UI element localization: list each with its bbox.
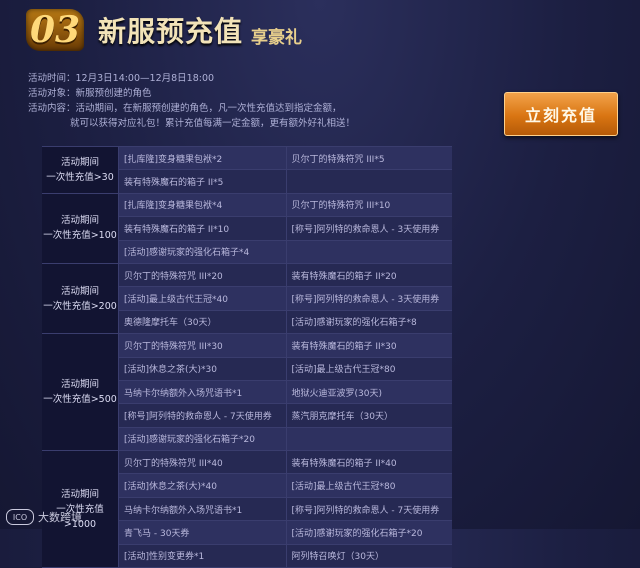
event-target-value: 新服预创建的角色 [75, 88, 152, 99]
event-target-label: 活动对象： [28, 88, 76, 99]
watermark-text: 大数跨境 [38, 511, 82, 524]
tier-label-line: 一次性充值>30 [46, 171, 114, 183]
reward-item: 贝尔丁的特殊符咒 III*40 [124, 458, 223, 469]
recharge-now-button[interactable]: 立刻充值 [504, 92, 618, 136]
reward-item [285, 427, 453, 451]
reward-row: 贝尔丁的特殊符咒 III*20 装有特殊魔石的箱子 II*20 [119, 263, 453, 288]
tier-label-line: 一次性充值>100 [43, 230, 117, 242]
reward-row: [活动]休息之茶(大)*40 [活动]最上级古代王冠*80 [119, 474, 453, 498]
reward-item: [扎库隆]变身糖果包袱*4 [124, 201, 223, 212]
reward-item: 装有特殊魔石的箱子 II*40 [285, 451, 453, 474]
event-content-label: 活动内容： [28, 103, 76, 114]
reward-tier: 活动期间一次性充值>500 贝尔丁的特殊符咒 III*30 装有特殊魔石的箱子 II… [42, 334, 453, 452]
tier-items: 贝尔丁的特殊符咒 III*40 装有特殊魔石的箱子 II*40 [活动]休息之茶(大… [119, 451, 453, 568]
event-time-label: 活动时间： [28, 73, 76, 84]
reward-item: [扎库隆]变身糖果包袱*2 [124, 154, 223, 165]
tier-label-line: 活动期间 [60, 285, 99, 297]
event-content-row: 活动内容：活动期间，在新服预创建的角色，凡一次性充值达到指定金额， [28, 101, 355, 116]
reward-item: 奥德隆摩托车（30天） [124, 318, 217, 329]
reward-item: [活动]休息之茶(大)*40 [124, 482, 217, 493]
reward-item: [称号]阿列特的救命恩人 - 7天使用券 [124, 411, 272, 422]
reward-item: [活动]最上级古代王冠*80 [285, 474, 453, 497]
reward-item: 贝尔丁的特殊符咒 III*10 [285, 193, 453, 217]
tier-items: [扎库隆]变身糖果包袱*2 贝尔丁的特殊符咒 III*5 装有特殊魔石的箱子 II*… [119, 147, 452, 193]
tier-label: 活动期间一次性充值>100 [42, 193, 119, 263]
section-number-badge: 03 [26, 9, 84, 51]
event-target-row: 活动对象：新服预创建的角色 [28, 86, 355, 101]
reward-row: [扎库隆]变身糖果包袱*4 贝尔丁的特殊符咒 III*10 [119, 193, 453, 218]
tier-label-line: 活动期间 [60, 488, 99, 500]
reward-row: 装有特殊魔石的箱子 II*5 [119, 170, 453, 193]
tier-items: [扎库隆]变身糖果包袱*4 贝尔丁的特殊符咒 III*10 装有特殊魔石的箱子 II… [119, 193, 453, 263]
reward-item: [称号]阿列特的救命恩人 - 3天使用券 [285, 217, 453, 240]
reward-item: [活动]感谢玩家的强化石箱子*4 [124, 248, 250, 259]
event-title: 新服预充值 [98, 15, 244, 48]
reward-item: [活动]最上级古代王冠*80 [285, 357, 453, 380]
event-info: 活动时间：12月3日14:00—12月8日18:00 活动对象：新服预创建的角色… [28, 71, 355, 131]
reward-row: [活动]性别变更券*1 阿列特召唤灯（30天） [119, 544, 453, 568]
reward-row: 奥德隆摩托车（30天） [活动]感谢玩家的强化石箱子*8 [119, 310, 453, 334]
reward-row: [称号]阿列特的救命恩人 - 7天使用券 蒸汽朋克摩托车（30天） [119, 404, 453, 428]
tier-label-line: 活动期间 [60, 379, 99, 391]
reward-row: 装有特殊魔石的箱子 II*10 [称号]阿列特的救命恩人 - 3天使用券 [119, 217, 453, 241]
reward-item: 装有特殊魔石的箱子 II*10 [124, 224, 230, 235]
watermark: ICO 大数跨境 [6, 509, 82, 525]
reward-item: 装有特殊魔石的箱子 II*5 [124, 178, 224, 189]
reward-item: [活动]性别变更券*1 [124, 552, 205, 563]
reward-tier: 活动期间一次性充值>30 [扎库隆]变身糖果包袱*2 贝尔丁的特殊符咒 III*5 装… [42, 147, 452, 194]
reward-item: 蒸汽朋克摩托车（30天） [285, 404, 453, 427]
event-content-line2: 就可以获得对应礼包！累计充值每满一定金额，更有额外好礼相送！ [70, 118, 356, 129]
reward-item: [活动]最上级古代王冠*40 [124, 295, 228, 306]
reward-item: [称号]阿列特的救命恩人 - 3天使用券 [285, 287, 453, 310]
reward-item [285, 170, 453, 193]
event-content-line2-row: 就可以获得对应礼包！累计充值每满一定金额，更有额外好礼相送！ [28, 116, 355, 131]
reward-row: 马纳卡尔纳额外入场咒语书*1 [称号]阿列特的救命恩人 - 7天使用券 [119, 497, 453, 522]
tier-label-line: 一次性充值>200 [43, 300, 117, 312]
event-header: 03 新服预充值 享豪礼 [26, 6, 302, 54]
tier-label: 活动期间一次性充值>30 [42, 147, 119, 193]
tier-label: 活动期间一次性充值>200 [42, 263, 119, 334]
reward-item: 青飞马 - 30天券 [124, 528, 190, 539]
reward-item [285, 240, 453, 263]
reward-item: 贝尔丁的特殊符咒 III*5 [285, 147, 453, 170]
reward-row: [活动]感谢玩家的强化石箱子*4 [119, 240, 453, 263]
reward-item: [活动]感谢玩家的强化石箱子*20 [124, 435, 255, 446]
reward-item: [活动]感谢玩家的强化石箱子*8 [285, 310, 453, 334]
reward-table: 活动期间 一次性充值>30 [扎库隆]变身糖果包袱*2 贝尔丁的特殊符咒 III*5 装… [42, 146, 452, 568]
reward-item: 贝尔丁的特殊符咒 III*30 [124, 341, 223, 352]
reward-tier: 活动期间一次性充值>100 [扎库隆]变身糖果包袱*4 贝尔丁的特殊符咒 III*1… [42, 193, 453, 264]
tier-items: 贝尔丁的特殊符咒 III*20 装有特殊魔石的箱子 II*20 [活动]最上级古代王… [119, 263, 453, 334]
reward-tier: 活动期间一次性充值>200 贝尔丁的特殊符咒 III*20 装有特殊魔石的箱子 II… [42, 263, 453, 335]
reward-item: 地狱火迪亚波罗(30天) [285, 380, 453, 404]
reward-row: [活动]休息之茶(大)*30 [活动]最上级古代王冠*80 [119, 357, 453, 381]
reward-item: 马纳卡尔纳额外入场咒语书*1 [124, 505, 243, 516]
event-subtitle: 享豪礼 [251, 27, 303, 48]
reward-row: [活动]感谢玩家的强化石箱子*20 [119, 427, 453, 451]
reward-item: [活动]感谢玩家的强化石箱子*20 [285, 521, 453, 544]
reward-item: 装有特殊魔石的箱子 II*20 [285, 263, 453, 287]
reward-item: [称号]阿列特的救命恩人 - 7天使用券 [285, 497, 453, 521]
event-content-line1: 活动期间，在新服预创建的角色，凡一次性充值达到指定金额， [75, 103, 342, 114]
tier-label: 活动期间一次性充值>500 [42, 334, 119, 451]
reward-row: 马纳卡尔纳额外入场咒语书*1 地狱火迪亚波罗(30天) [119, 380, 453, 405]
tier-label-line: 活动期间 [60, 156, 99, 168]
event-time-value: 12月3日14:00—12月8日18:00 [75, 73, 215, 84]
reward-item: [活动]休息之茶(大)*30 [124, 365, 217, 376]
reward-row: 贝尔丁的特殊符咒 III*30 装有特殊魔石的箱子 II*30 [119, 334, 453, 358]
reward-row: 青飞马 - 30天券 [活动]感谢玩家的强化石箱子*20 [119, 521, 453, 545]
reward-item: 马纳卡尔纳额外入场咒语书*1 [124, 388, 243, 399]
reward-item: 阿列特召唤灯（30天） [285, 544, 453, 568]
watermark-logo: ICO [6, 509, 34, 525]
reward-item: 贝尔丁的特殊符咒 III*20 [124, 271, 223, 282]
reward-row: [扎库隆]变身糖果包袱*2 贝尔丁的特殊符咒 III*5 [119, 147, 453, 171]
reward-tier: 活动期间 一次性充值>1000 贝尔丁的特殊符咒 III*40 装有特殊魔石的箱子 I… [42, 451, 452, 568]
tier-label-line: 一次性充值>500 [43, 394, 117, 406]
reward-row: [活动]最上级古代王冠*40 [称号]阿列特的救命恩人 - 3天使用券 [119, 287, 453, 311]
event-time-row: 活动时间：12月3日14:00—12月8日18:00 [28, 71, 355, 86]
reward-row: 贝尔丁的特殊符咒 III*40 装有特殊魔石的箱子 II*40 [119, 451, 453, 475]
reward-item: 装有特殊魔石的箱子 II*30 [285, 334, 453, 357]
tier-items: 贝尔丁的特殊符咒 III*30 装有特殊魔石的箱子 II*30 [活动]休息之茶(大… [119, 334, 453, 451]
tier-label-line: 活动期间 [60, 215, 99, 227]
